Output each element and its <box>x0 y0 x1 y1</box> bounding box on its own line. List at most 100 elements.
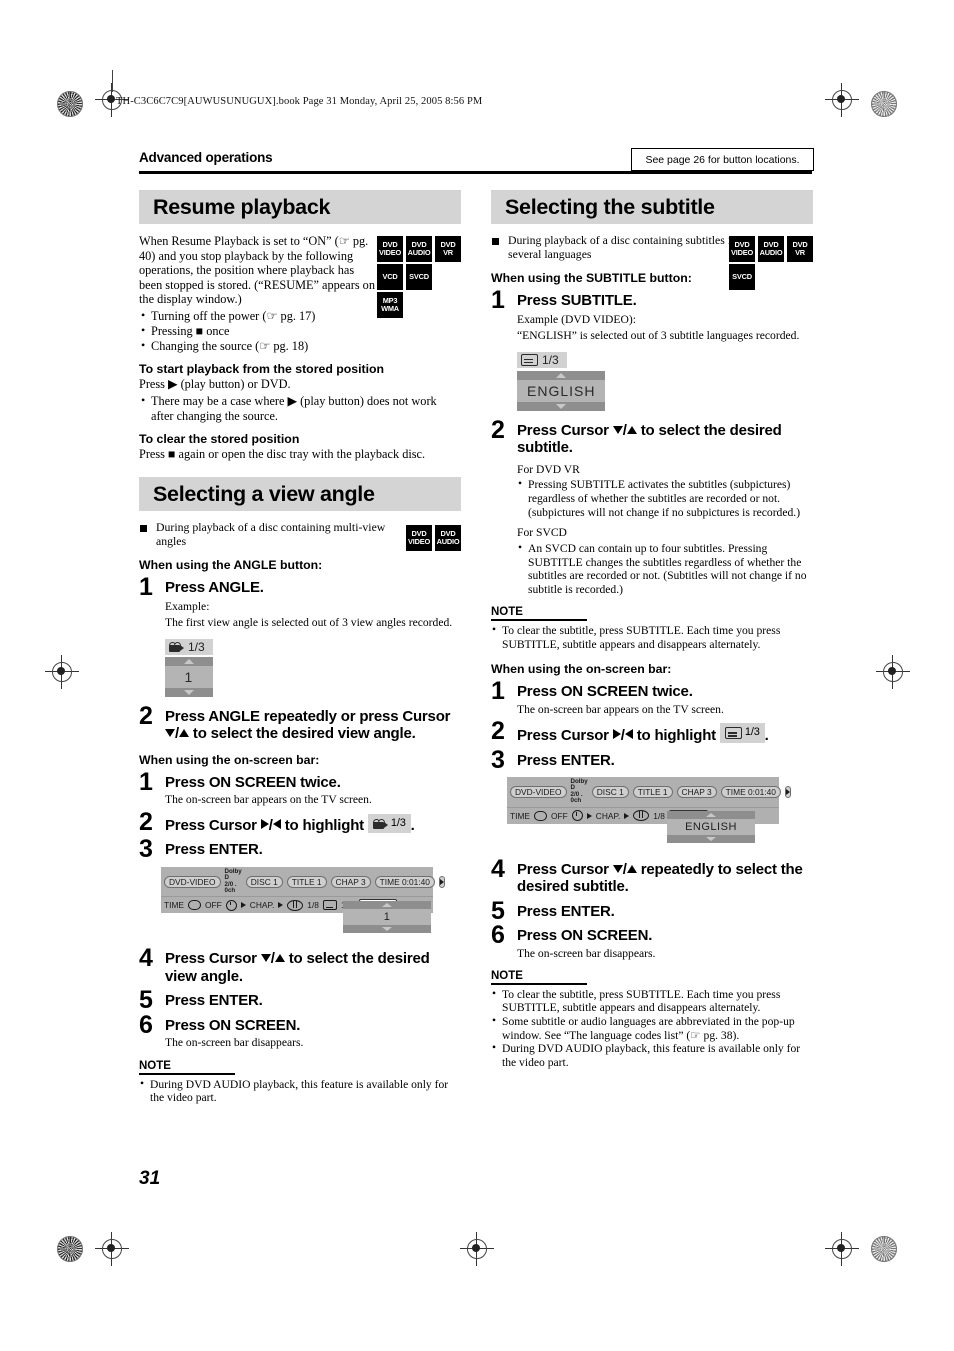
step-text: Press Cursor / to highlight 1/3. <box>165 813 461 834</box>
time-mode-label[interactable]: TIME <box>164 900 184 910</box>
badge-line-2: AUDIO <box>759 248 783 257</box>
step-on-screen-twice-subtitle: 1 Press ON SCREEN twice. The on-screen b… <box>491 679 813 716</box>
chapter-search-label[interactable]: CHAP. <box>596 811 621 821</box>
repeat-icon <box>188 900 202 911</box>
list-item: Pressing SUBTITLE activates the subtitle… <box>517 477 813 519</box>
audio-format-line-2: 2/0 . 0ch <box>570 790 583 805</box>
popup-up-arrow[interactable] <box>165 656 213 666</box>
popup-up-arrow[interactable] <box>517 370 606 380</box>
camera-icon <box>169 641 184 652</box>
badge-svcd: SVCD <box>406 264 432 290</box>
running-head: Advanced operations <box>139 150 273 165</box>
registration-mark-bottom-left <box>95 1232 129 1266</box>
resume-bullet-list: Turning off the power (☞ pg. 17) Pressin… <box>139 308 461 354</box>
badge-row: VCD SVCD <box>377 264 461 290</box>
badge-dvd-video: DVD VIDEO <box>729 236 755 262</box>
clear-stored-text: Press ■ again or open the disc tray with… <box>139 446 426 461</box>
chapter-search-label[interactable]: CHAP. <box>250 900 275 910</box>
section-title-text: Selecting the subtitle <box>505 194 715 219</box>
on-screen-bar-row-1: DVD-VIDEO Dolby D 2/0 . 0ch DISC 1 TITLE… <box>161 866 445 898</box>
subtitle-chip: 1/3 <box>719 723 765 743</box>
popup-caption-text: 1/3 <box>188 639 205 654</box>
time-search-arrow-icon <box>240 902 246 909</box>
next-arrow-icon[interactable] <box>784 785 791 798</box>
step-press-enter-subtitle-2: 5 Press ENTER. <box>491 898 813 923</box>
title-field[interactable]: TITLE 1 <box>632 785 673 798</box>
next-arrow-icon[interactable] <box>438 875 445 888</box>
dvdvr-block: For DVD VR Pressing SUBTITLE activates t… <box>491 463 813 520</box>
camera-icon <box>372 818 388 829</box>
disc-field[interactable]: DISC 1 <box>245 875 283 888</box>
badge-line-1: SVCD <box>409 271 429 281</box>
repeat-value[interactable]: OFF <box>205 900 222 910</box>
step-number: 3 <box>139 835 153 864</box>
step-subtext: The on-screen bar disappears. <box>165 1036 304 1050</box>
audio-value[interactable]: 1/8 <box>653 811 665 821</box>
list-item: Turning off the power (☞ pg. 17) <box>139 308 461 324</box>
popup-down-arrow[interactable] <box>517 401 606 411</box>
audio-value[interactable]: 1/8 <box>307 900 319 910</box>
step-text: Press Cursor / to highlight 1/3. <box>517 723 813 744</box>
time-mode-label[interactable]: TIME <box>510 811 530 821</box>
repeat-value[interactable]: OFF <box>551 811 568 821</box>
dropdown-down-arrow[interactable] <box>667 835 755 844</box>
disc-field[interactable]: DISC 1 <box>591 785 629 798</box>
note-heading-angle: NOTE <box>139 1059 171 1072</box>
subtitle-icon <box>322 900 337 911</box>
cursor-up-icon <box>274 954 285 963</box>
step-cursor-select-subtitle: 2 Press Cursor / to select the desired s… <box>491 417 813 457</box>
see-page-note: See page 26 for button locations. <box>631 148 814 171</box>
title-field[interactable]: TITLE 1 <box>286 875 327 888</box>
dropdown-value: 1 <box>343 908 431 925</box>
popup-caption: 1/3 <box>165 638 213 655</box>
badge-dvd-audio: DVD AUDIO <box>406 236 432 262</box>
badge-row: DVD VIDEO DVD AUDIO DVD VR <box>377 236 461 262</box>
angle-chip-text: 1/3 <box>390 816 406 829</box>
subheading-onscreen-bar-subtitle: When using the on-screen bar: <box>491 662 672 677</box>
dropdown-up-arrow[interactable] <box>343 900 431 909</box>
note-rule <box>139 1072 235 1075</box>
step-text: Press ENTER. <box>517 751 615 769</box>
left-column: Resume playback When Resume Playback is … <box>139 190 461 1105</box>
step-press-angle: 1 Press ANGLE. <box>139 574 461 599</box>
dvdvr-heading: For DVD VR <box>517 462 580 476</box>
note-list-subtitle-2: To clear the subtitle, press SUBTITLE. E… <box>491 987 813 1070</box>
disc-type-field: DVD-VIDEO <box>510 785 567 798</box>
list-item: During DVD AUDIO playback, this feature … <box>491 1041 813 1069</box>
dropdown-down-arrow[interactable] <box>343 924 431 933</box>
badge-row: DVD VIDEO DVD AUDIO <box>406 525 461 552</box>
time-field[interactable]: TIME 0:01:40 <box>374 875 435 888</box>
chapter-field[interactable]: CHAP 3 <box>330 875 371 888</box>
registration-mark-mid-right <box>876 655 910 689</box>
popup-caption-text: 1/3 <box>542 352 559 367</box>
list-item: To clear the subtitle, press SUBTITLE. E… <box>491 987 813 1015</box>
step-text: Press ENTER. <box>165 841 263 859</box>
chapter-field[interactable]: CHAP 3 <box>676 785 717 798</box>
cursor-right-icon <box>260 818 269 829</box>
cursor-down-icon <box>165 729 175 738</box>
badge-line-2: VR <box>443 248 453 257</box>
step-press-enter-angle-2: 5 Press ENTER. <box>139 988 461 1013</box>
step-subtext: The on-screen bar disappears. <box>517 946 656 960</box>
badge-dvd-video: DVD VIDEO <box>377 236 403 262</box>
on-screen-bar-angle: DVD-VIDEO Dolby D 2/0 . 0ch DISC 1 TITLE… <box>161 866 445 933</box>
step-number: 5 <box>491 896 505 925</box>
note-rule <box>491 619 587 622</box>
view-angle-lead: During playback of a disc containing mul… <box>139 520 391 549</box>
step-text-part-b: to highlight <box>280 816 368 834</box>
list-item: Some subtitle or audio languages are abb… <box>491 1014 813 1042</box>
step-text-part-a: Press Cursor <box>165 816 261 834</box>
step-on-screen-twice: 1 Press ON SCREEN twice. The on-screen b… <box>139 769 461 807</box>
step-subtext: The on-screen bar appears on the TV scre… <box>165 793 372 807</box>
step-number: 2 <box>491 717 505 746</box>
list-item: There may be a case where ▶ (play button… <box>139 393 461 424</box>
step-subtext: The on-screen bar appears on the TV scre… <box>517 702 724 716</box>
subtitle-chip-text: 1/3 <box>744 726 760 739</box>
dropdown-up-arrow[interactable] <box>667 811 755 820</box>
step-number: 2 <box>491 415 505 444</box>
resume-intro-paragraph: When Resume Playback is set to “ON” (☞ p… <box>139 234 375 307</box>
step-number: 2 <box>139 807 153 836</box>
right-column: Selecting the subtitle During playback o… <box>491 190 813 1069</box>
time-field[interactable]: TIME 0:01:40 <box>720 785 781 798</box>
popup-down-arrow[interactable] <box>165 687 213 697</box>
